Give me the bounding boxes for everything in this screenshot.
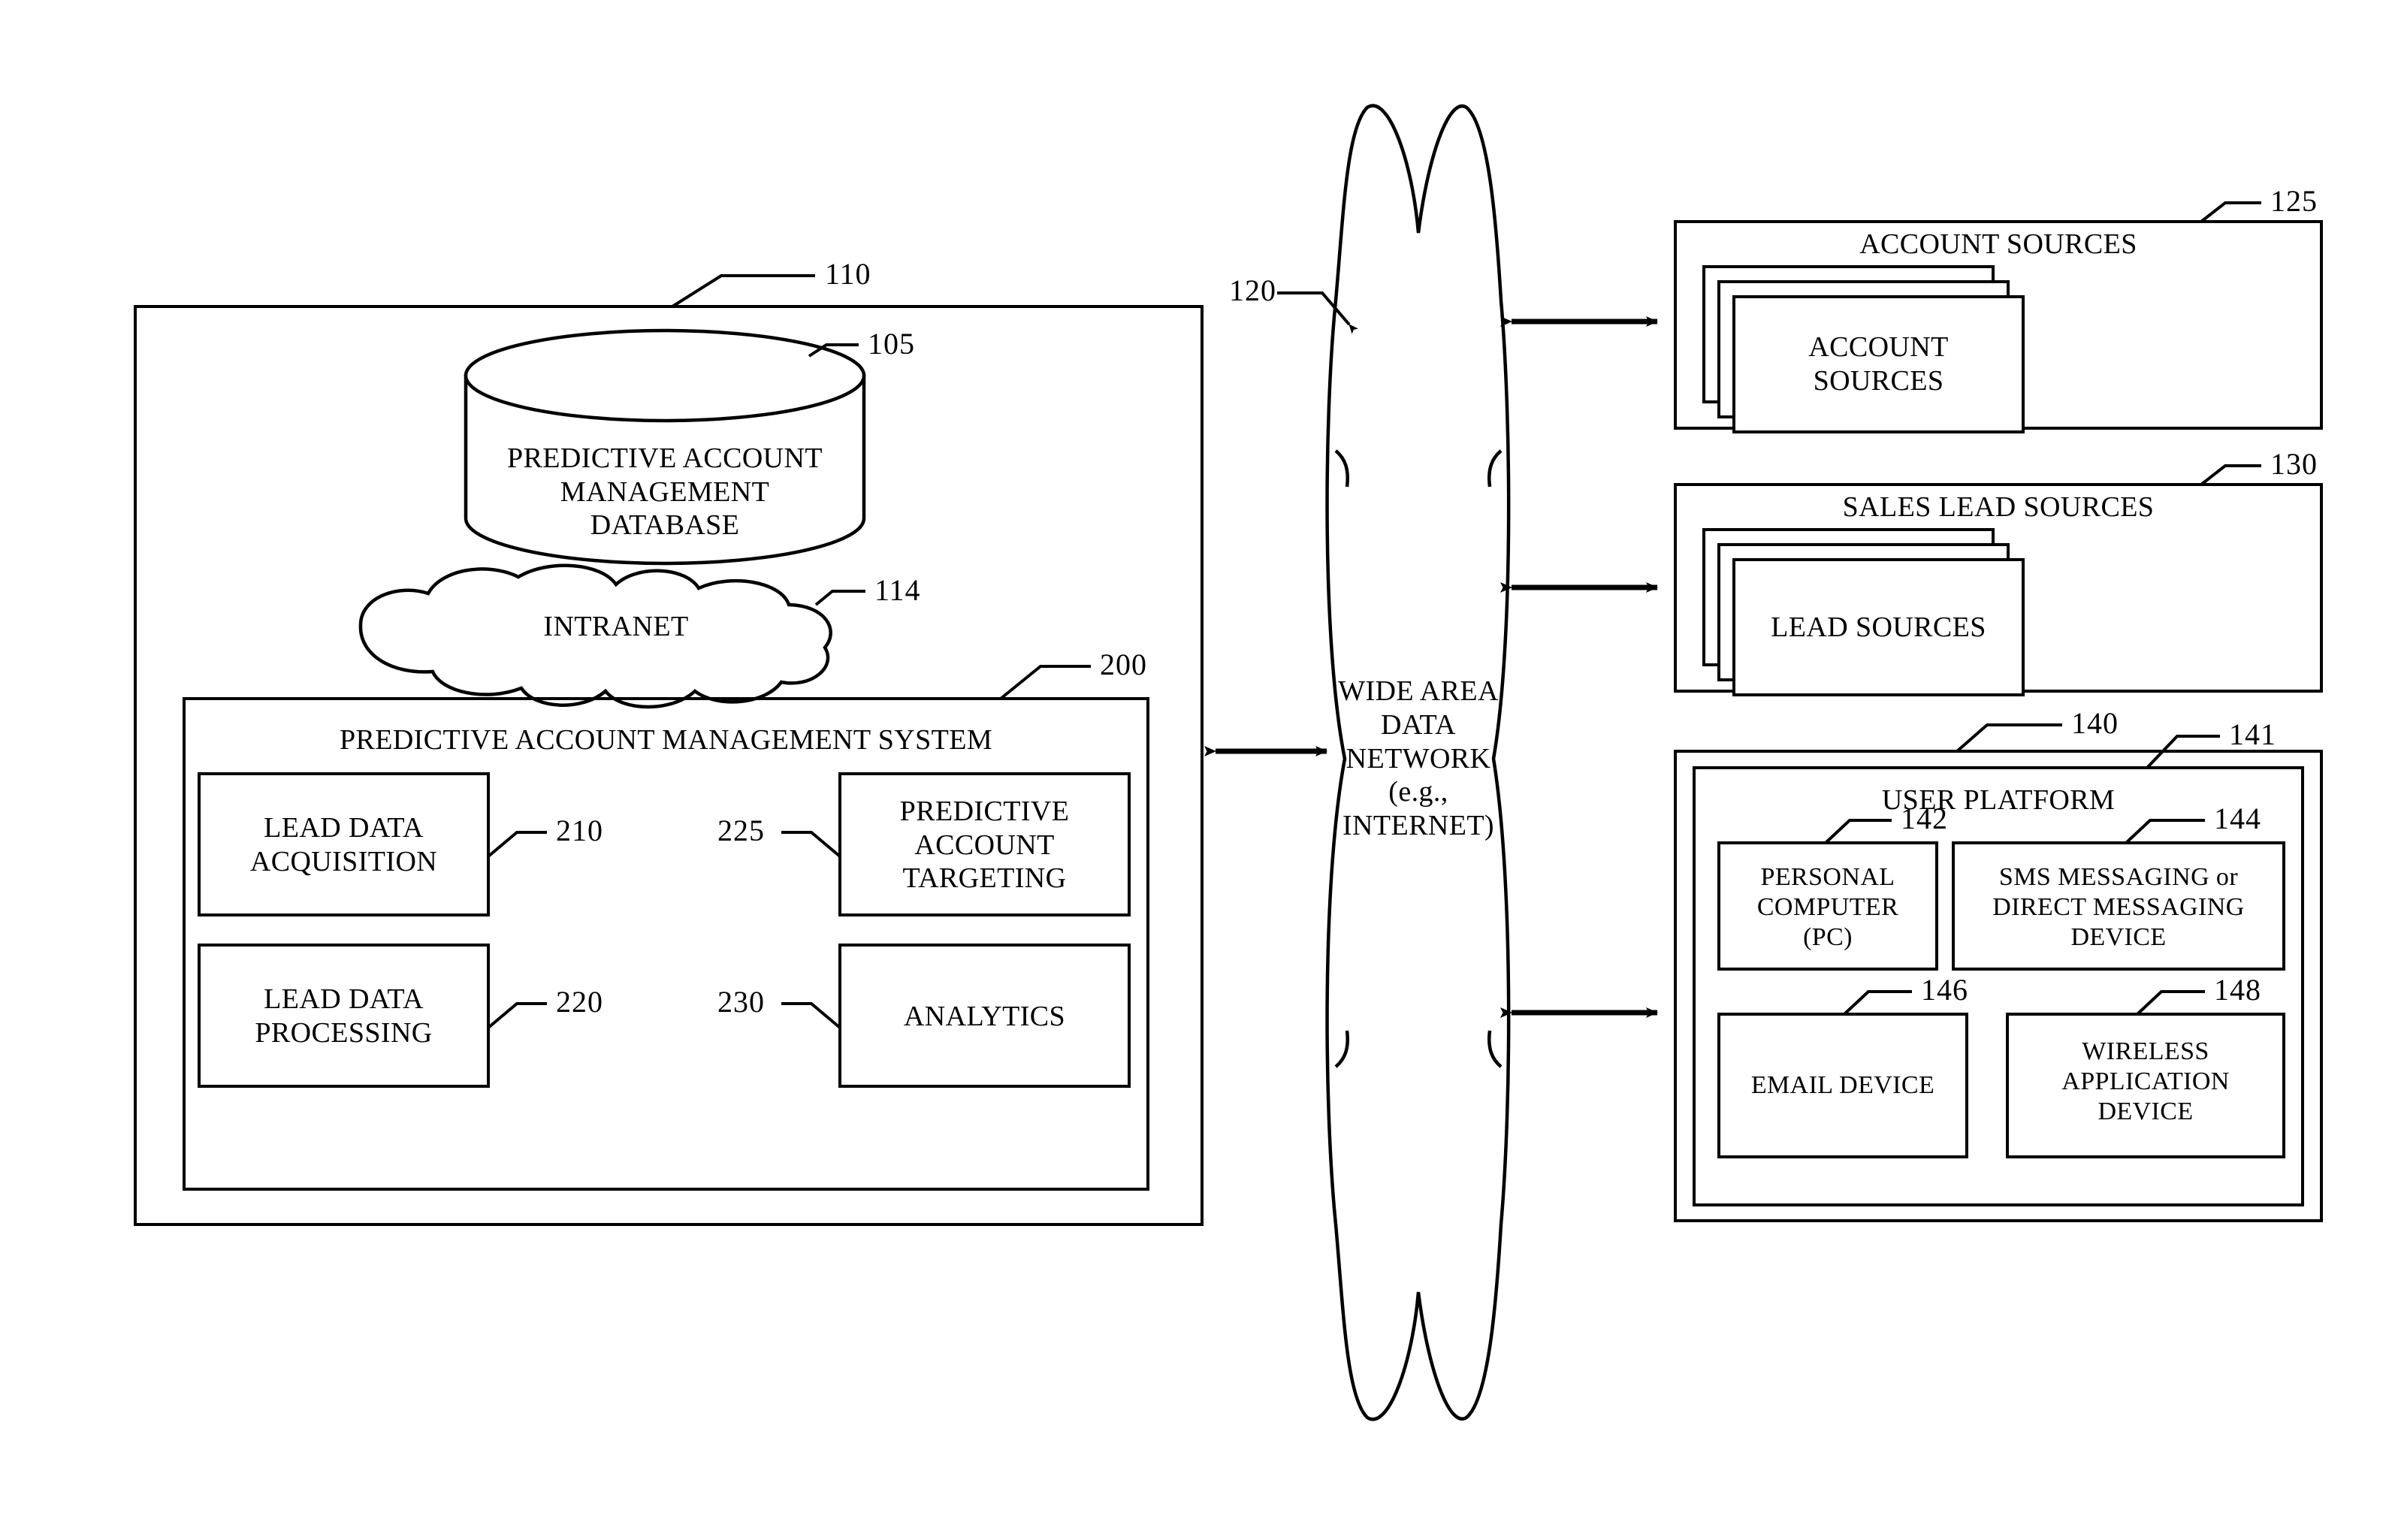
ref-125: 125 (2270, 184, 2318, 218)
leader-146 (1843, 990, 1912, 1016)
module-label-225: PREDICTIVE ACCOUNT TARGETING (899, 795, 1070, 895)
account-sources-card-label: ACCOUNT SOURCES (1808, 331, 1949, 397)
leader-130 (2200, 464, 2261, 486)
ref-140: 140 (2071, 706, 2119, 740)
module-label-230: ANALYTICS (903, 1000, 1066, 1032)
leader-114 (814, 590, 865, 606)
ref-200: 200 (1100, 648, 1147, 681)
ref-220: 220 (556, 985, 603, 1019)
ref-130: 130 (2270, 447, 2318, 481)
ref-148: 148 (2214, 973, 2261, 1007)
leader-142 (1824, 819, 1892, 844)
leader-225 (781, 831, 841, 858)
ref-146: 146 (1921, 973, 1968, 1007)
ref-110: 110 (825, 257, 871, 291)
database-label: PREDICTIVE ACCOUNT MANAGEMENT DATABASE (507, 442, 823, 542)
ref-142: 142 (1901, 802, 1948, 835)
leader-220 (487, 1002, 547, 1029)
leader-110 (671, 274, 815, 308)
leader-125 (2200, 201, 2261, 223)
leader-230 (781, 1002, 841, 1029)
figure-canvas: 110 PREDICTIVE ACCOUNT MANAGEMENT DATABA… (0, 0, 2389, 1540)
ref-141: 141 (2229, 717, 2276, 751)
intranet-label: INTRANET (543, 610, 689, 642)
ref-225: 225 (717, 814, 765, 847)
user-platform-title: USER PLATFORM (1881, 784, 2116, 816)
module-label-210: LEAD DATA ACQUISITION (249, 812, 438, 877)
ref-210: 210 (556, 814, 603, 847)
leader-140 (1956, 723, 2062, 753)
leader-200 (999, 665, 1091, 700)
leader-144 (2125, 819, 2205, 844)
leader-148 (2136, 990, 2205, 1016)
system-title: PREDICTIVE ACCOUNT MANAGEMENT SYSTEM (339, 723, 993, 756)
leader-210 (487, 831, 547, 858)
device-label-148: WIRELESS APPLICATION DEVICE (2061, 1037, 2230, 1126)
ref-230: 230 (717, 985, 765, 1019)
device-label-144: SMS MESSAGING or DIRECT MESSAGING DEVICE (1992, 862, 2245, 952)
sales-lead-sources-title: SALES LEAD SOURCES (1842, 491, 2155, 523)
ref-144: 144 (2214, 802, 2261, 835)
module-label-220: LEAD DATA PROCESSING (255, 983, 433, 1049)
ref-120: 120 (1229, 273, 1276, 307)
account-sources-title: ACCOUNT SOURCES (1859, 228, 2137, 260)
lead-sources-card-label: LEAD SOURCES (1771, 611, 1986, 643)
device-label-146: EMAIL DEVICE (1750, 1070, 1935, 1099)
device-label-142: PERSONAL COMPUTER (PC) (1756, 862, 1899, 952)
ref-105: 105 (868, 327, 915, 361)
wan-label: WIDE AREA DATA NETWORK (e.g., INTERNET) (1338, 675, 1499, 842)
ref-114: 114 (874, 573, 921, 607)
